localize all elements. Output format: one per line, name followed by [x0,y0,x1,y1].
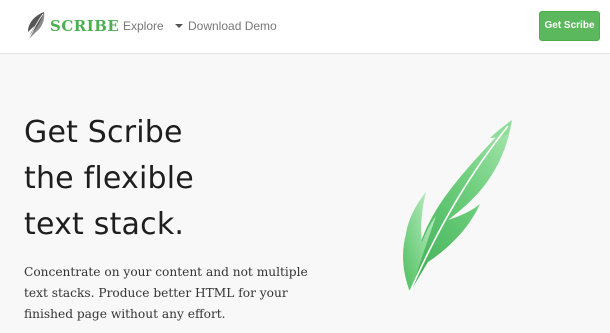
brand-logo-link[interactable]: SCRIBE [24,10,119,42]
hero-title-line: Get Scribe [24,115,183,150]
caret-down-icon [175,24,184,28]
download-demo-link[interactable]: Download Demo [188,19,277,33]
hero-title-line: text stack. [24,207,185,242]
hero-title-line: the flexible [24,161,194,196]
explore-label: Explore [123,19,164,33]
explore-dropdown[interactable]: Explore [123,19,184,33]
feather-icon [403,120,512,295]
hero-description: Concentrate on your content and not mult… [24,265,308,321]
hero-title: Get Scribe the flexible text stack. [24,110,194,248]
feather-icon [27,12,45,42]
get-scribe-button[interactable]: Get Scribe [539,11,600,41]
top-navbar: SCRIBE Explore Download Demo Get Scribe [0,0,610,54]
brand-name: SCRIBE [50,17,120,35]
